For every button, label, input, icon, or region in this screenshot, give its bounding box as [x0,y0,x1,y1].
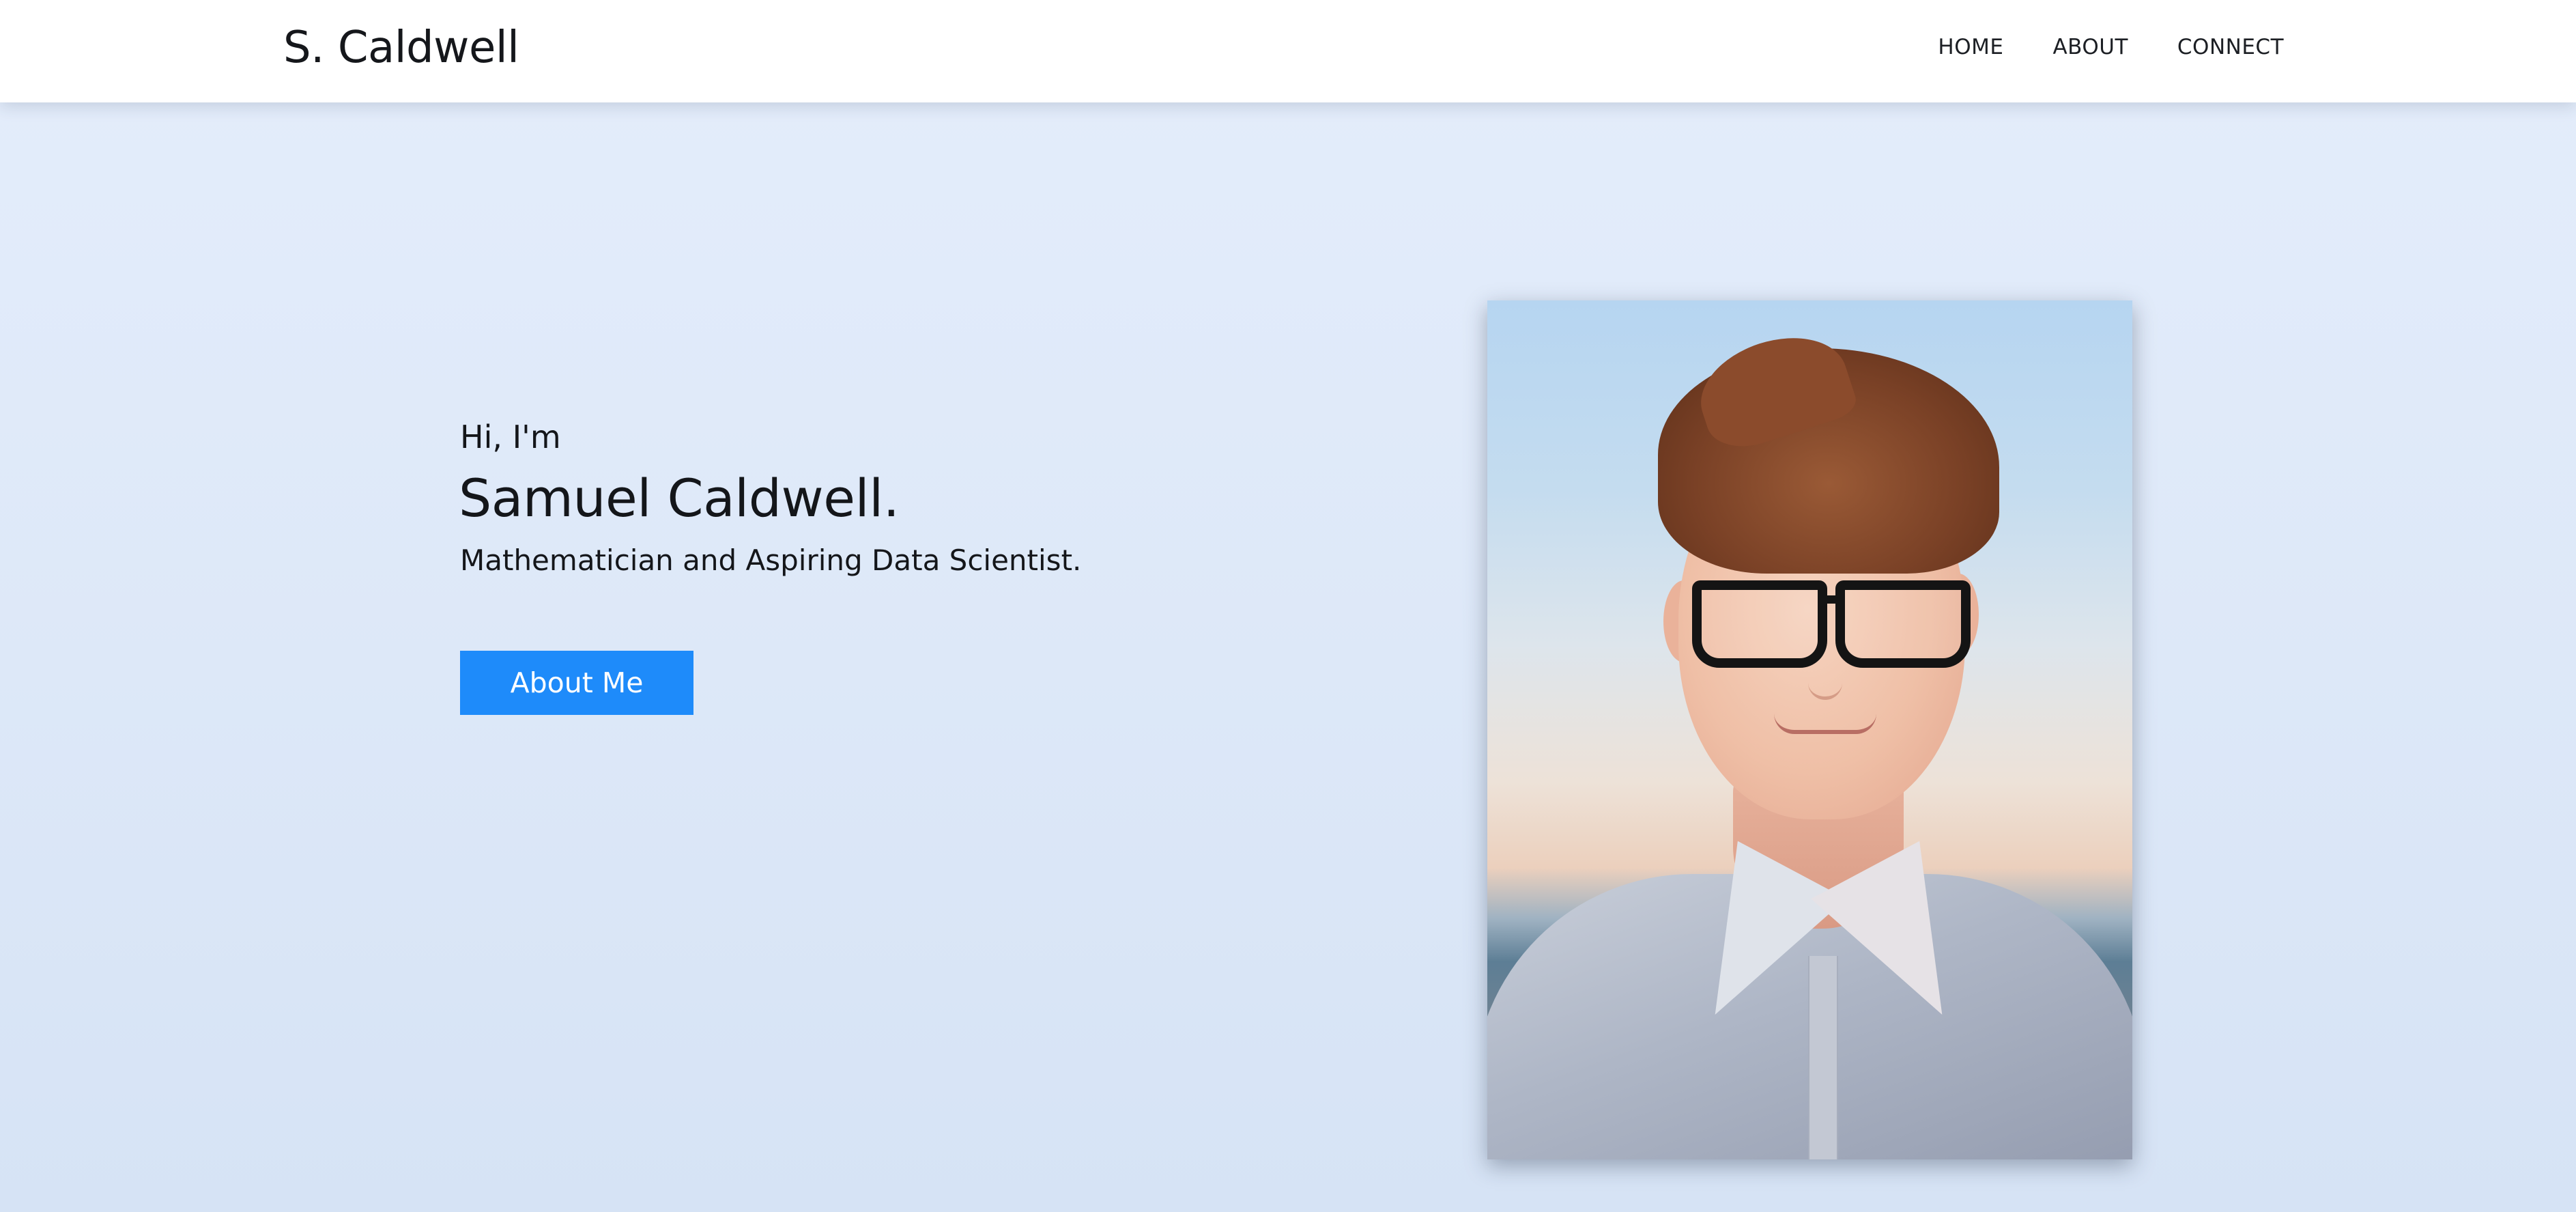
hero-greeting: Hi, I'm [460,419,561,455]
site-header: S. Caldwell HOME ABOUT CONNECT [0,0,2576,102]
about-me-button[interactable]: About Me [460,651,693,715]
nav-link-home[interactable]: HOME [1938,33,2003,61]
hero-name: Samuel Caldwell. [459,468,900,529]
portrait-placket [1808,956,1838,1159]
glasses-bridge [1822,595,1842,604]
portrait-nose [1808,628,1842,700]
glasses-lens-right [1835,580,1971,668]
nav-link-connect[interactable]: CONNECT [2177,33,2284,61]
main-nav: HOME ABOUT CONNECT [1938,33,2284,61]
portrait-mouth [1774,714,1876,734]
profile-photo [1487,300,2132,1159]
nav-link-about[interactable]: ABOUT [2052,33,2128,61]
glasses-lens-left [1692,580,1827,668]
hero-tagline: Mathematician and Aspiring Data Scientis… [460,544,1082,577]
site-brand-logo[interactable]: S. Caldwell [283,20,519,75]
